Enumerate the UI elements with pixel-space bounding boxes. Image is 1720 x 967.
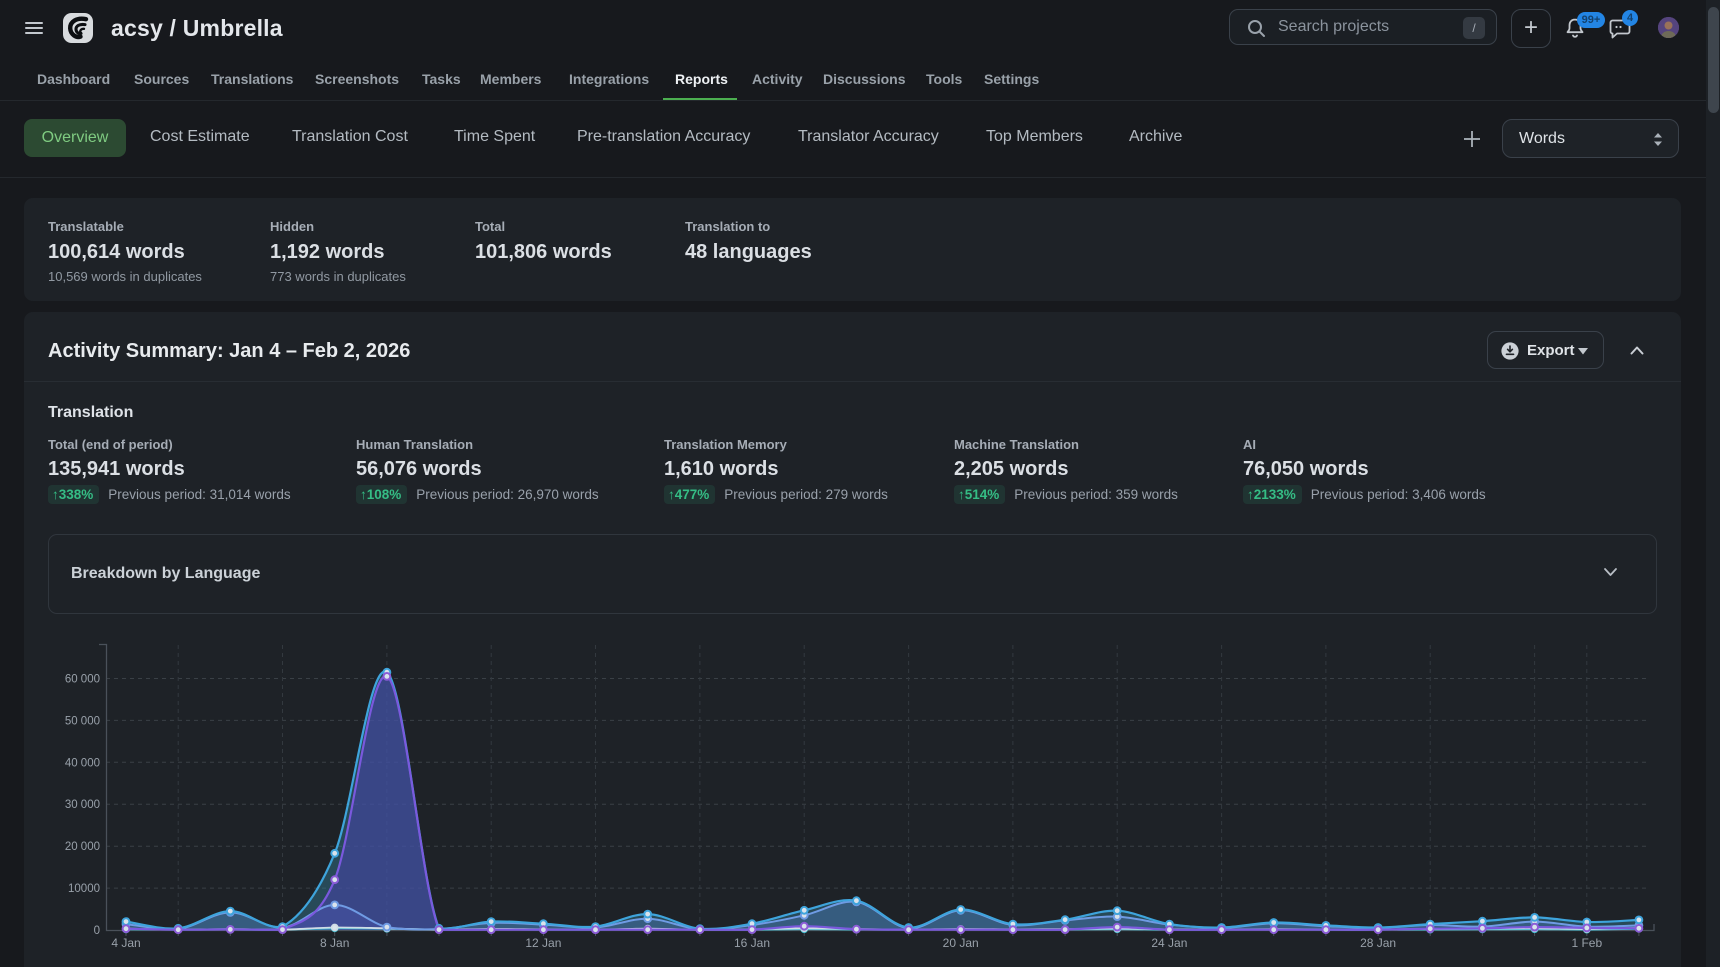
svg-text:4 Jan: 4 Jan — [111, 936, 140, 950]
svg-text:8 Jan: 8 Jan — [320, 936, 349, 950]
svg-text:12 Jan: 12 Jan — [525, 936, 561, 950]
svg-text:1 Feb: 1 Feb — [1571, 936, 1602, 950]
svg-text:0: 0 — [94, 925, 100, 937]
svg-text:28 Jan: 28 Jan — [1360, 936, 1396, 950]
svg-text:16 Jan: 16 Jan — [734, 936, 770, 950]
svg-text:20 Jan: 20 Jan — [943, 936, 979, 950]
svg-text:40 000: 40 000 — [65, 757, 100, 769]
svg-text:60 000: 60 000 — [65, 674, 100, 686]
svg-text:10000: 10000 — [68, 883, 100, 895]
svg-text:24 Jan: 24 Jan — [1151, 936, 1187, 950]
svg-text:50 000: 50 000 — [65, 715, 100, 727]
svg-text:20 000: 20 000 — [65, 841, 100, 853]
svg-text:30 000: 30 000 — [65, 799, 100, 811]
